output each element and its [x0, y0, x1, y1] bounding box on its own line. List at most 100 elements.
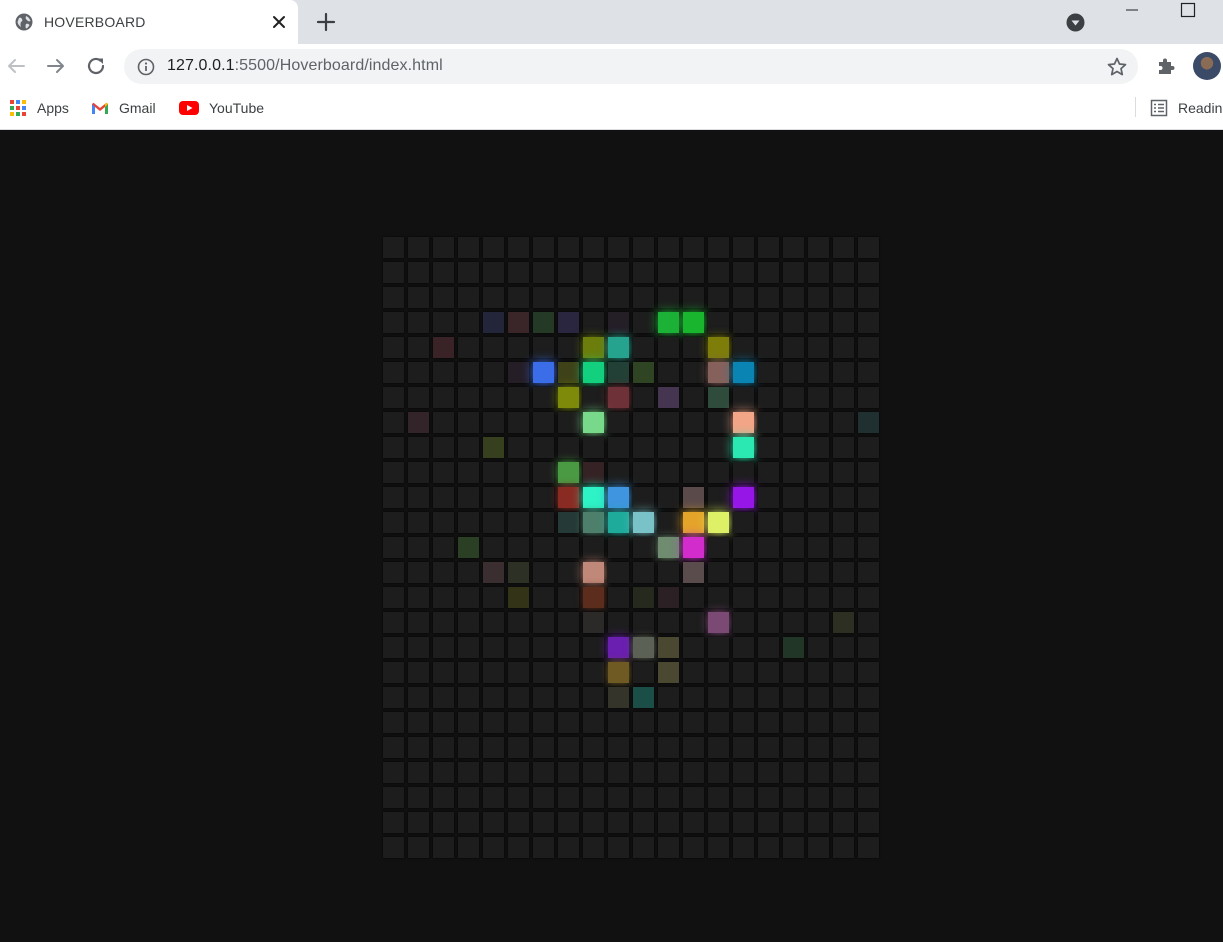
board-square[interactable] — [658, 337, 679, 358]
board-square[interactable] — [433, 787, 454, 808]
board-square[interactable] — [833, 237, 854, 258]
board-square[interactable] — [408, 412, 429, 433]
board-square[interactable] — [583, 587, 604, 608]
board-square[interactable] — [458, 387, 479, 408]
board-square[interactable] — [558, 287, 579, 308]
board-square[interactable] — [683, 587, 704, 608]
board-square[interactable] — [658, 837, 679, 858]
board-square[interactable] — [633, 637, 654, 658]
board-square[interactable] — [533, 662, 554, 683]
board-square[interactable] — [783, 237, 804, 258]
board-square[interactable] — [533, 637, 554, 658]
board-square[interactable] — [433, 337, 454, 358]
tab-hoverboard[interactable]: HOVERBOARD — [0, 0, 298, 44]
board-square[interactable] — [558, 637, 579, 658]
board-square[interactable] — [783, 537, 804, 558]
board-square[interactable] — [508, 762, 529, 783]
board-square[interactable] — [783, 837, 804, 858]
board-square[interactable] — [383, 437, 404, 458]
board-square[interactable] — [408, 537, 429, 558]
board-square[interactable] — [608, 437, 629, 458]
board-square[interactable] — [483, 337, 504, 358]
board-square[interactable] — [458, 437, 479, 458]
board-square[interactable] — [858, 812, 879, 833]
board-square[interactable] — [483, 637, 504, 658]
board-square[interactable] — [533, 787, 554, 808]
board-square[interactable] — [683, 787, 704, 808]
board-square[interactable] — [583, 237, 604, 258]
board-square[interactable] — [433, 462, 454, 483]
board-square[interactable] — [558, 262, 579, 283]
board-square[interactable] — [433, 737, 454, 758]
board-square[interactable] — [608, 412, 629, 433]
board-square[interactable] — [533, 812, 554, 833]
board-square[interactable] — [458, 362, 479, 383]
board-square[interactable] — [858, 387, 879, 408]
board-square[interactable] — [833, 637, 854, 658]
board-square[interactable] — [758, 837, 779, 858]
board-square[interactable] — [458, 812, 479, 833]
board-square[interactable] — [508, 737, 529, 758]
board-square[interactable] — [483, 612, 504, 633]
board-square[interactable] — [708, 262, 729, 283]
board-square[interactable] — [483, 412, 504, 433]
board-square[interactable] — [683, 637, 704, 658]
board-square[interactable] — [508, 537, 529, 558]
board-square[interactable] — [833, 837, 854, 858]
board-square[interactable] — [508, 337, 529, 358]
board-square[interactable] — [733, 312, 754, 333]
board-square[interactable] — [608, 737, 629, 758]
board-square[interactable] — [633, 287, 654, 308]
board-square[interactable] — [383, 587, 404, 608]
board-square[interactable] — [508, 612, 529, 633]
board-square[interactable] — [858, 237, 879, 258]
board-square[interactable] — [658, 687, 679, 708]
board-square[interactable] — [433, 637, 454, 658]
board-square[interactable] — [383, 262, 404, 283]
board-square[interactable] — [808, 712, 829, 733]
board-square[interactable] — [483, 787, 504, 808]
board-square[interactable] — [533, 262, 554, 283]
board-square[interactable] — [533, 337, 554, 358]
board-square[interactable] — [608, 237, 629, 258]
url-text[interactable]: 127.0.0.1:5500/Hoverboard/index.html — [167, 57, 443, 75]
board-square[interactable] — [833, 312, 854, 333]
board-square[interactable] — [583, 537, 604, 558]
board-square[interactable] — [558, 512, 579, 533]
board-square[interactable] — [708, 362, 729, 383]
board-square[interactable] — [533, 312, 554, 333]
board-square[interactable] — [483, 387, 504, 408]
board-square[interactable] — [733, 462, 754, 483]
board-square[interactable] — [783, 562, 804, 583]
board-square[interactable] — [433, 687, 454, 708]
board-square[interactable] — [833, 437, 854, 458]
board-square[interactable] — [858, 362, 879, 383]
board-square[interactable] — [658, 787, 679, 808]
board-square[interactable] — [483, 687, 504, 708]
board-square[interactable] — [708, 237, 729, 258]
board-square[interactable] — [708, 687, 729, 708]
board-square[interactable] — [433, 412, 454, 433]
board-square[interactable] — [458, 462, 479, 483]
board-square[interactable] — [808, 562, 829, 583]
board-square[interactable] — [608, 612, 629, 633]
board-square[interactable] — [533, 837, 554, 858]
board-square[interactable] — [558, 737, 579, 758]
board-square[interactable] — [708, 512, 729, 533]
board-square[interactable] — [858, 787, 879, 808]
board-square[interactable] — [758, 637, 779, 658]
close-tab-icon[interactable] — [268, 11, 290, 33]
board-square[interactable] — [833, 262, 854, 283]
board-square[interactable] — [433, 537, 454, 558]
board-square[interactable] — [458, 787, 479, 808]
board-square[interactable] — [758, 412, 779, 433]
board-square[interactable] — [833, 562, 854, 583]
board-square[interactable] — [583, 337, 604, 358]
board-square[interactable] — [783, 612, 804, 633]
board-square[interactable] — [583, 637, 604, 658]
board-square[interactable] — [708, 737, 729, 758]
board-square[interactable] — [633, 387, 654, 408]
board-square[interactable] — [383, 537, 404, 558]
board-square[interactable] — [858, 612, 879, 633]
board-square[interactable] — [583, 462, 604, 483]
